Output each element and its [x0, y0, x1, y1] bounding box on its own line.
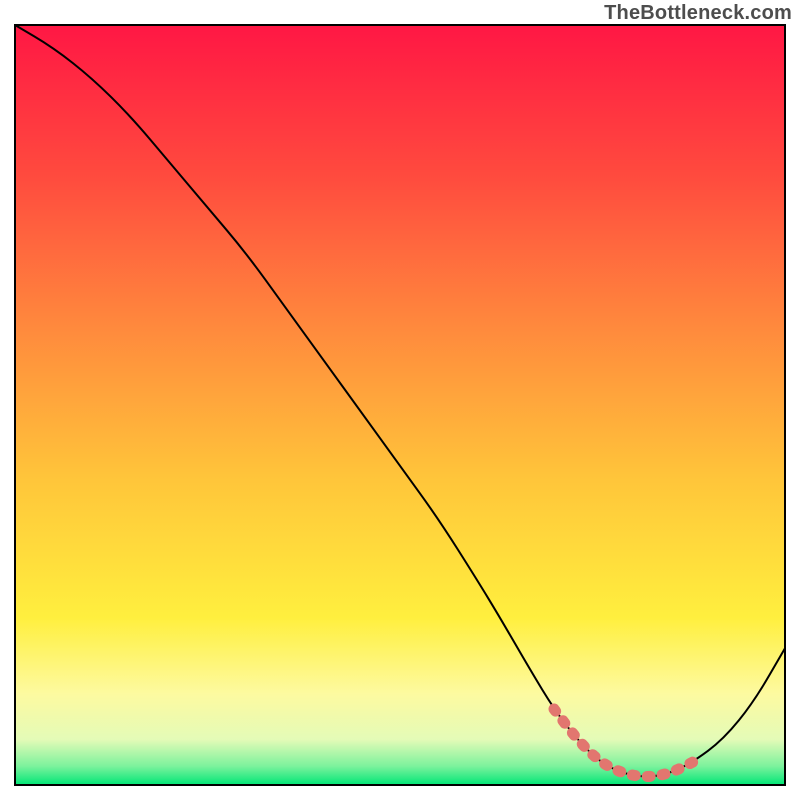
- watermark-text: TheBottleneck.com: [604, 2, 792, 25]
- plot-area: [15, 25, 785, 785]
- bottleneck-chart: [0, 0, 800, 800]
- chart-stage: TheBottleneck.com: [0, 0, 800, 800]
- gradient-background: [15, 25, 785, 785]
